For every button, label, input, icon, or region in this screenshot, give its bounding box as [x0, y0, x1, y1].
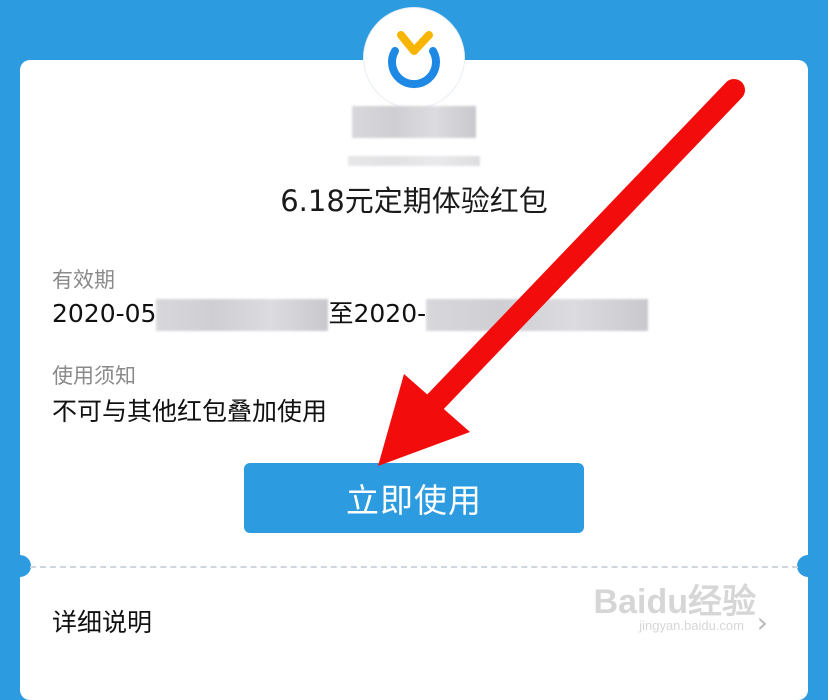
validity-sep: 至: [328, 299, 354, 328]
blurred-name: [352, 106, 476, 138]
validity-value: 2020-05 至2020-: [52, 294, 649, 331]
watermark-url: jingyan.baidu.com: [639, 618, 744, 633]
blurred-date-end: [426, 299, 649, 331]
use-now-button[interactable]: 立即使用: [244, 463, 584, 533]
blurred-date-start: [156, 299, 329, 331]
notice-text: 不可与其他红包叠加使用: [52, 397, 328, 426]
detail-link[interactable]: 详细说明: [52, 603, 152, 639]
blurred-subline: [348, 156, 480, 166]
logo-icon: [388, 31, 440, 89]
left-notch: [9, 555, 31, 577]
validity-label: 有效期: [52, 268, 115, 292]
app-logo: [364, 8, 464, 108]
chevron-right-icon[interactable]: ›: [757, 606, 768, 639]
watermark-brand: Baidu经验: [593, 583, 756, 621]
right-notch: [797, 555, 819, 577]
validity-end: 2020-: [353, 299, 427, 328]
coupon-title: 6.18元定期体验红包: [280, 184, 548, 218]
validity-start: 2020-05: [52, 299, 157, 328]
dashed-divider: [30, 566, 798, 568]
notice-label: 使用须知: [52, 364, 136, 388]
